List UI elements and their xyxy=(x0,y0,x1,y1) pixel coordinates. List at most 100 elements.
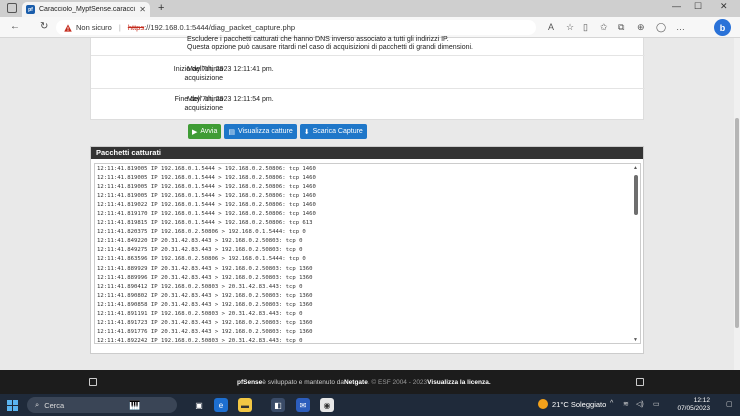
play-icon: ▶ xyxy=(192,128,198,136)
page-scrollbar[interactable] xyxy=(734,38,740,370)
split-screen-icon[interactable]: ▯ xyxy=(583,22,588,33)
piano-widget-icon: 🎹 xyxy=(129,399,141,410)
packet-log-textarea[interactable]: 12:11:41.819005 IP 192.168.0.1.5444 > 19… xyxy=(94,163,641,344)
capture-info-panel: Escludere i pacchetti catturati che hann… xyxy=(90,36,645,120)
mail-icon[interactable]: ✉ xyxy=(296,398,310,412)
system-clock[interactable]: 12:12 07/05/2023 xyxy=(672,397,710,413)
new-tab-icon[interactable]: + xyxy=(158,2,164,14)
favorites-icon[interactable]: ✩ xyxy=(600,22,608,33)
url-bar[interactable]: Non sicuro | https://192.168.0.1:5444/di… xyxy=(56,20,536,35)
packet-log-line: 12:11:41.849220 IP 20.31.42.83.443 > 192… xyxy=(97,238,303,245)
app-icon[interactable]: ◉ xyxy=(320,398,334,412)
file-explorer-icon[interactable]: ▬ xyxy=(238,398,252,412)
url-scheme: https xyxy=(127,23,145,32)
footer-brand: pfSense xyxy=(237,379,263,386)
download-capture-label: Scarica Capture xyxy=(312,128,363,135)
profile-icon[interactable]: ◯ xyxy=(656,22,666,33)
warning-icon xyxy=(64,23,72,32)
scroll-down-icon[interactable]: ▼ xyxy=(633,337,638,343)
edge-icon[interactable]: e xyxy=(214,398,228,412)
packet-log-line: 12:11:41.891776 IP 20.31.42.83.443 > 192… xyxy=(97,328,313,335)
battery-icon[interactable]: ▭ xyxy=(653,400,660,408)
windows-taskbar: ⌕ Cerca 🎹 ▣ e ▬ ◧ ✉ ◉ 21°C Soleggiato ^ … xyxy=(0,394,740,416)
url-path: ://192.168.0.1:5444/diag_packet_capture.… xyxy=(144,23,296,32)
browser-tab[interactable]: pf Caracciolo_MypfSense.caracciolo ✕ xyxy=(22,2,150,17)
packet-log-line: 12:11:41.819005 IP 192.168.0.1.5444 > 19… xyxy=(97,175,316,182)
packet-log-line: 12:11:41.891191 IP 192.168.0.2.50803 > 2… xyxy=(97,310,303,317)
packet-log-line: 12:11:41.890802 IP 20.31.42.83.443 > 192… xyxy=(97,292,313,299)
packet-log-line: 12:11:41.890858 IP 20.31.42.83.443 > 192… xyxy=(97,301,313,308)
packet-log-line: 12:11:41.819005 IP 192.168.0.1.5444 > 19… xyxy=(97,166,316,172)
packet-log-line: 12:11:41.891723 IP 20.31.42.83.443 > 192… xyxy=(97,319,313,326)
download-capture-button[interactable]: ⬇ Scarica Capture xyxy=(299,124,367,139)
packet-log-line: 12:11:41.892242 IP 192.168.0.2.50803 > 2… xyxy=(97,337,303,344)
start-value: May 7th, 2023 12:11:41 pm. xyxy=(187,66,274,73)
sun-icon xyxy=(538,399,548,409)
download-icon: ⬇ xyxy=(303,128,310,136)
footer-right-icon[interactable] xyxy=(636,378,644,386)
volume-icon[interactable]: ◁) xyxy=(636,400,644,408)
refresh-icon[interactable]: ↻ xyxy=(40,21,48,32)
search-icon: ⌕ xyxy=(35,400,40,409)
captured-packets-panel: Pacchetti catturati 12:11:41.819005 IP 1… xyxy=(90,146,644,354)
footer-left-icon[interactable] xyxy=(89,378,97,386)
pfsense-favicon-icon: pf xyxy=(26,5,35,14)
log-scrollbar[interactable]: ▲ ▼ xyxy=(633,165,639,343)
close-window-icon[interactable]: ✕ xyxy=(720,1,728,12)
clock-time: 12:12 xyxy=(693,397,710,404)
extensions-icon[interactable]: ⊕ xyxy=(637,22,645,33)
log-scrollbar-thumb[interactable] xyxy=(634,175,638,215)
action-buttons: ▶ Avvia ▤ Visualizza catture ⬇ Scarica C… xyxy=(188,124,367,139)
more-menu-icon[interactable]: … xyxy=(676,22,685,32)
browser-tab-bar: pf Caracciolo_MypfSense.caracciolo ✕ + —… xyxy=(0,0,740,17)
clock-date: 07/05/2023 xyxy=(677,405,710,412)
maximize-icon[interactable]: ☐ xyxy=(694,1,702,12)
page-footer: pfSenseè sviluppato e mantenuto daNetgat… xyxy=(0,370,740,394)
packet-log-line: 12:11:41.819170 IP 192.168.0.1.5444 > 19… xyxy=(97,211,316,218)
footer-license-link[interactable]: Visualizza la licenza. xyxy=(427,379,490,386)
packet-log-line: 12:11:41.889929 IP 20.31.42.83.443 > 192… xyxy=(97,265,313,272)
back-icon[interactable]: ← xyxy=(10,21,20,32)
read-aloud-icon[interactable]: A xyxy=(548,22,554,32)
taskbar-search[interactable]: ⌕ Cerca 🎹 xyxy=(27,397,177,413)
view-capture-label: Visualizza catture xyxy=(238,128,293,135)
start-menu-icon[interactable] xyxy=(7,400,18,411)
notifications-icon[interactable]: ▢ xyxy=(726,400,733,408)
minimize-icon[interactable]: — xyxy=(672,1,681,11)
reverse-dns-help-2: Questa opzione può causare ritardi nel c… xyxy=(187,44,473,51)
scroll-up-icon[interactable]: ▲ xyxy=(633,165,638,171)
footer-company-link[interactable]: Netgate xyxy=(344,379,368,386)
footer-copyright: . © ESF 2004 - 2023 xyxy=(367,379,428,386)
url-separator: | xyxy=(118,23,121,32)
panel-title: Pacchetti catturati xyxy=(91,147,643,159)
bing-chat-icon[interactable]: b xyxy=(714,19,731,36)
footer-text: pfSenseè sviluppato e mantenuto daNetgat… xyxy=(237,379,491,386)
view-capture-button[interactable]: ▤ Visualizza catture xyxy=(224,124,297,139)
packet-log-line: 12:11:41.889996 IP 20.31.42.83.443 > 192… xyxy=(97,274,313,281)
store-icon[interactable]: ◧ xyxy=(271,398,285,412)
weather-text: 21°C Soleggiato xyxy=(552,399,607,409)
packet-log-line: 12:11:41.819005 IP 192.168.0.1.5444 > 19… xyxy=(97,184,316,191)
packet-log-line: 12:11:41.819005 IP 192.168.0.1.5444 > 19… xyxy=(97,193,316,200)
packet-log-line: 12:11:41.819815 IP 192.168.0.1.5444 > 19… xyxy=(97,220,313,227)
start-capture-button[interactable]: ▶ Avvia xyxy=(188,124,222,139)
page-scrollbar-thumb[interactable] xyxy=(735,118,739,328)
row-divider xyxy=(91,55,645,56)
collections-icon[interactable]: ⧉ xyxy=(618,22,624,33)
task-view-icon[interactable]: ▣ xyxy=(192,398,206,412)
weather-widget[interactable]: 21°C Soleggiato xyxy=(538,399,606,409)
packet-log-line: 12:11:41.863596 IP 192.168.0.2.50806 > 1… xyxy=(97,256,306,263)
tab-actions-icon[interactable] xyxy=(7,3,17,13)
security-label[interactable]: Non sicuro xyxy=(76,23,112,32)
tab-close-icon[interactable]: ✕ xyxy=(139,5,146,14)
document-icon: ▤ xyxy=(228,128,236,136)
wifi-icon[interactable]: ≋ xyxy=(623,400,629,408)
packet-log-line: 12:11:41.820375 IP 192.168.0.2.50806 > 1… xyxy=(97,229,306,236)
search-label: Cerca xyxy=(44,400,65,410)
start-capture-label: Avvia xyxy=(200,128,218,135)
packet-log-line: 12:11:41.819022 IP 192.168.0.1.5444 > 19… xyxy=(97,202,316,209)
end-value: May 7th, 2023 12:11:54 pm. xyxy=(187,96,274,103)
tray-chevron-icon[interactable]: ^ xyxy=(610,400,613,407)
favorite-star-icon[interactable]: ☆ xyxy=(566,22,574,33)
tab-title: Caracciolo_MypfSense.caracciolo xyxy=(39,6,136,13)
